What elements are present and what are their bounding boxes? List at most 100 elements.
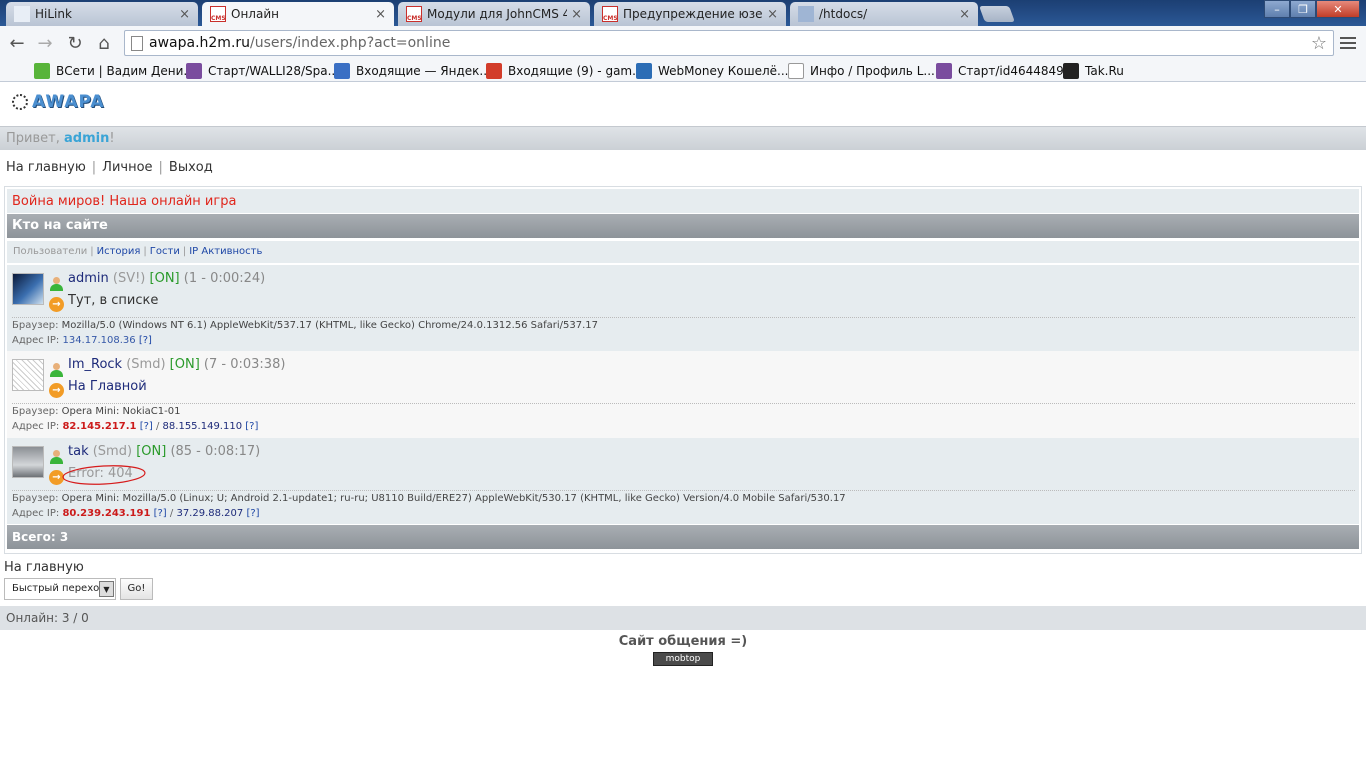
user-status: [ON]	[169, 357, 200, 372]
user-location: На Главной	[68, 379, 147, 394]
ip-label: Адрес IP:	[12, 421, 60, 432]
promo-link[interactable]: Война миров! Наша онлайн игра	[7, 189, 1359, 213]
tak-icon	[1063, 63, 1079, 79]
user-status: [ON]	[136, 444, 167, 459]
chevron-down-icon[interactable]: ▼	[99, 581, 114, 597]
user-name-link[interactable]: tak	[68, 444, 89, 459]
ip-whois-link[interactable]: [?]	[139, 335, 152, 346]
close-tab-icon[interactable]: ×	[959, 7, 970, 22]
panel-title: Кто на сайте	[7, 214, 1359, 238]
avatar[interactable]	[12, 446, 44, 478]
ip2-address-link[interactable]: 88.155.149.110	[163, 421, 243, 432]
back-to-home-link[interactable]: На главную	[4, 560, 84, 575]
quick-jump-select[interactable]: Быстрый переход ▼	[4, 578, 116, 600]
tab-strip: HiLink × Онлайн × Модули для JohnCMS 4.x…	[0, 0, 1366, 26]
new-tab-button[interactable]	[979, 6, 1015, 22]
ip2-address-link[interactable]: 37.29.88.207	[176, 508, 243, 519]
subnav-ip-activity-link[interactable]: IP Активность	[189, 246, 262, 257]
close-window-button[interactable]: ✕	[1316, 0, 1360, 18]
tab-warning[interactable]: Предупреждение юзера ×	[594, 2, 786, 26]
bookmark-item[interactable]: Входящие (9) - gam...	[486, 63, 644, 79]
ip-label: Адрес IP:	[12, 508, 60, 519]
user-ip: Адрес IP: 80.239.243.191 [?] / 37.29.88.…	[12, 508, 260, 519]
site-logo[interactable]: AWAPA	[12, 92, 105, 112]
user-row: admin (SV!) [ON] (1 - 0:00:24) → Тут, в сп…	[7, 265, 1359, 351]
ip2-whois-link[interactable]: [?]	[245, 421, 258, 432]
ip2-whois-link[interactable]: [?]	[246, 508, 259, 519]
mail-icon	[334, 63, 350, 79]
page-icon	[131, 36, 143, 51]
tab-hilink[interactable]: HiLink ×	[6, 2, 198, 26]
arrow-right-icon: →	[49, 383, 64, 398]
user-location: Тут, в списке	[68, 293, 159, 308]
browser-label: Браузер:	[12, 320, 59, 331]
minimize-button[interactable]: –	[1264, 0, 1290, 18]
bookmark-label: Tak.Ru	[1085, 64, 1124, 78]
bookmark-item[interactable]: Старт/WALLI28/Spa...	[186, 63, 339, 79]
tab-title: Онлайн	[231, 7, 279, 21]
menu-exit-link[interactable]: Выход	[169, 160, 213, 175]
ip-address-link[interactable]: 134.17.108.36	[62, 335, 135, 346]
tab-online[interactable]: Онлайн ×	[202, 2, 394, 26]
address-bar[interactable]: awapa.h2m.ru/users/index.php?act=online …	[124, 30, 1334, 56]
browser-value: Mozilla/5.0 (Windows NT 6.1) AppleWebKit…	[61, 320, 599, 331]
avatar[interactable]	[12, 273, 44, 305]
logo-mark-icon	[12, 94, 28, 110]
ip-address-link[interactable]: 80.239.243.191	[62, 508, 150, 519]
greeting-suffix: !	[109, 131, 115, 146]
user-name-link[interactable]: admin	[68, 271, 109, 286]
home-button[interactable]: ⌂	[93, 32, 115, 54]
greeting-user: admin	[63, 131, 110, 146]
bookmark-item[interactable]: Инфо / Профиль L...	[788, 63, 935, 79]
user-row: tak (Smd) [ON] (85 - 0:08:17) → Error: 404…	[7, 438, 1359, 524]
user-name-link[interactable]: Im_Rock	[68, 357, 122, 372]
close-tab-icon[interactable]: ×	[179, 7, 190, 22]
menu-personal-link[interactable]: Личное	[102, 160, 152, 175]
user-time: (7 - 0:03:38)	[203, 357, 286, 372]
total-count: Всего: 3	[7, 525, 1359, 549]
spaces-icon	[186, 63, 202, 79]
menu-home-link[interactable]: На главную	[6, 160, 86, 175]
red-circle-annotation	[62, 465, 146, 485]
bookmark-item[interactable]: ВСети | Вадим Дени...	[34, 63, 195, 79]
maximize-button[interactable]: ❐	[1290, 0, 1316, 18]
top-menu: На главную | Личное | Выход	[6, 160, 213, 175]
subnav-guests-link[interactable]: Гости	[150, 246, 180, 257]
reload-button[interactable]: ↻	[64, 32, 86, 54]
url-text: awapa.h2m.ru/users/index.php?act=online	[149, 35, 450, 51]
browser-label: Браузер:	[12, 406, 59, 417]
avatar[interactable]	[12, 359, 44, 391]
main-box: Война миров! Наша онлайн игра Кто на сай…	[4, 186, 1362, 554]
close-tab-icon[interactable]: ×	[571, 7, 582, 22]
bookmark-item[interactable]: Tak.Ru	[1063, 63, 1124, 79]
ip-whois-link[interactable]: [?]	[154, 508, 167, 519]
mobtop-counter[interactable]: mobtop	[653, 652, 713, 666]
subnav-users: Пользователи	[13, 246, 88, 257]
bookmark-star-icon[interactable]: ☆	[1311, 33, 1327, 54]
divider	[12, 403, 1355, 404]
page-icon	[14, 6, 30, 22]
url-path: /users/index.php?act=online	[250, 35, 451, 51]
sub-navigation: Пользователи | История | Гости | IP Активность	[7, 241, 1359, 263]
go-button[interactable]: Go!	[120, 578, 153, 600]
menu-icon[interactable]	[1340, 34, 1356, 50]
bookmark-label: Входящие (9) - gam...	[508, 64, 644, 78]
tab-htdocs[interactable]: /htdocs/ ×	[790, 2, 978, 26]
divider	[12, 490, 1355, 491]
bookmarks-bar: ВСети | Вадим Дени... Старт/WALLI28/Spa..…	[0, 60, 1366, 82]
subnav-history-link[interactable]: История	[97, 246, 141, 257]
vseti-icon	[34, 63, 50, 79]
ip-address-link[interactable]: 82.145.217.1	[62, 421, 136, 432]
close-tab-icon[interactable]: ×	[375, 7, 386, 22]
tab-modules[interactable]: Модули для JohnCMS 4.x ×	[398, 2, 590, 26]
bookmark-item[interactable]: Старт/id46448490	[936, 63, 1071, 79]
bookmark-label: Входящие — Яндек...	[356, 64, 491, 78]
bookmark-item[interactable]: WebMoney Кошелё...	[636, 63, 788, 79]
user-rights: (Smd)	[92, 444, 133, 459]
close-tab-icon[interactable]: ×	[767, 7, 778, 22]
ip-whois-link[interactable]: [?]	[140, 421, 153, 432]
greeting-bar: Привет, admin!	[0, 126, 1366, 150]
bookmark-item[interactable]: Входящие — Яндек...	[334, 63, 491, 79]
back-button[interactable]: ←	[6, 32, 28, 54]
forward-button[interactable]: →	[34, 32, 56, 54]
